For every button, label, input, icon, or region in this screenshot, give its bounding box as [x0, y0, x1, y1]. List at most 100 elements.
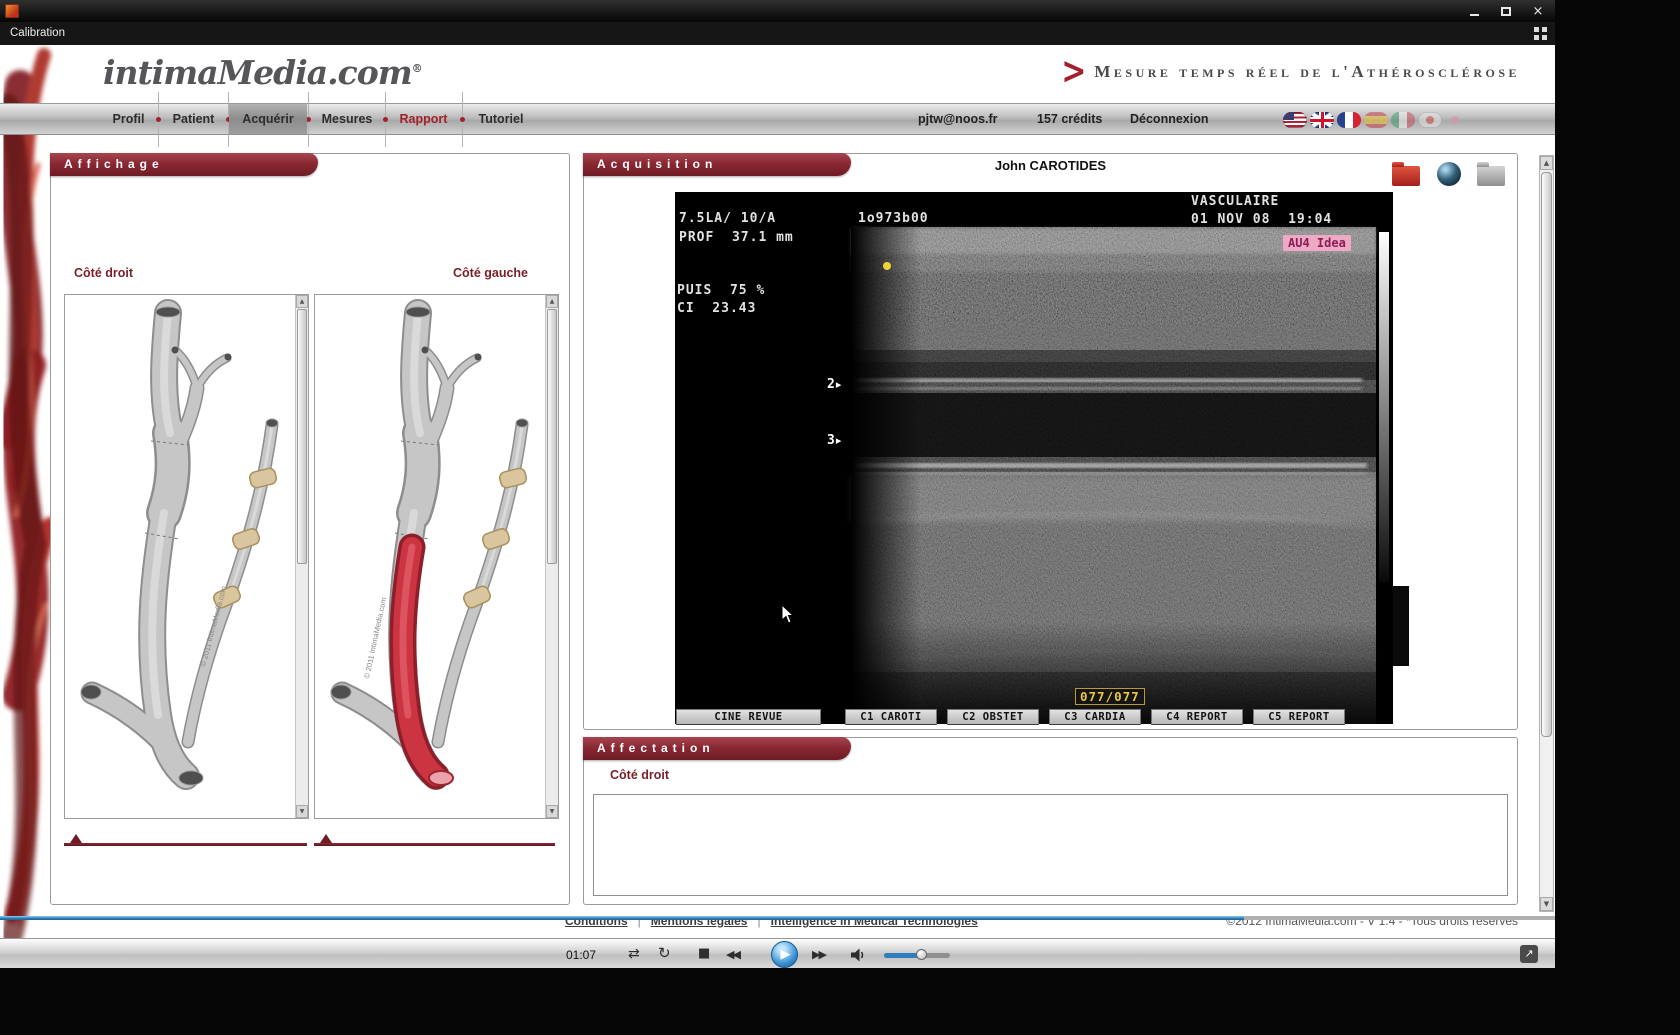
grid-menu-icon[interactable]: [1534, 27, 1547, 40]
wall-marker-3: 3 ▸: [827, 433, 841, 448]
nav-item-rapport[interactable]: Rapport: [386, 104, 461, 134]
ci-info: CI 23.43: [677, 301, 756, 316]
window-controls: ×: [1465, 0, 1547, 22]
measure-point-dot: [883, 262, 891, 270]
nav-item-profil[interactable]: Profil: [100, 104, 157, 134]
cote-gauche-label: Côté gauche: [453, 266, 528, 280]
replay-icon[interactable]: ↻: [658, 946, 671, 961]
exam-id: 1o973b00: [858, 211, 929, 226]
marker-label: 3: [827, 433, 835, 448]
minimize-button[interactable]: [1465, 3, 1483, 19]
ultrasound-viewer[interactable]: 7.5LA/ 10/A 1o973b00 PROF 37.1 mm VASCUL…: [675, 192, 1393, 724]
flag-jp-icon[interactable]: [1418, 112, 1442, 128]
ultrasound-image: [675, 192, 1393, 724]
exam-datetime: 01 NOV 08 19:04: [1191, 212, 1332, 227]
affectation-textarea[interactable]: [593, 794, 1508, 896]
close-button[interactable]: ×: [1529, 3, 1547, 19]
flag-it-icon[interactable]: [1391, 112, 1415, 128]
registered-mark: ®: [412, 62, 422, 75]
page-scrollbar: ▲ ▼: [1539, 155, 1554, 912]
c1-caroti-button[interactable]: C1 CAROTI: [845, 709, 937, 725]
logout-link[interactable]: Déconnexion: [1130, 104, 1209, 134]
illustration-copyright: © 2011 IntimaMedia.com: [362, 596, 388, 679]
grayscale-bar: [1379, 232, 1389, 582]
c5-report-button[interactable]: C5 REPORT: [1253, 709, 1345, 725]
tagline-text: Mesure temps réel de l'Athérosclérose: [1094, 62, 1520, 82]
decorative-red-ribbon: [0, 45, 56, 938]
exam-mode: VASCULAIRE: [1191, 194, 1279, 209]
c4-report-button[interactable]: C4 REPORT: [1151, 709, 1243, 725]
video-seekbar-progress: [0, 916, 1244, 920]
scrollbar-thumb[interactable]: [297, 309, 307, 564]
carotid-diagram-left[interactable]: © 2011 IntimaMedia.com: [315, 295, 545, 818]
main-nav: Profil Patient Acquérir Mesures Rapport …: [0, 103, 1555, 135]
video-seekbar[interactable]: [0, 916, 1555, 920]
cine-revue-button[interactable]: CINE REVUE: [676, 709, 821, 725]
brand-logo-text: intimaMedia.com: [103, 53, 412, 92]
scroll-down-icon[interactable]: ▼: [546, 805, 558, 818]
app-icon: [5, 4, 19, 18]
slider-thumb[interactable]: [320, 834, 332, 843]
flag-us-icon[interactable]: [1283, 112, 1307, 128]
globe-icon[interactable]: [1437, 162, 1461, 186]
player-controlbar: 01:07 ⇄ ↻ ■ ◀◀ ▶ ▶▶ ↗: [0, 938, 1555, 968]
slider-thumb[interactable]: [70, 834, 82, 843]
marker-arrow-icon: ▸: [836, 378, 842, 391]
nav-item-mesures[interactable]: Mesures: [310, 104, 384, 134]
wall-marker-2: 2 ▸: [827, 377, 841, 392]
fullscreen-button[interactable]: ↗: [1520, 945, 1538, 963]
scroll-down-icon[interactable]: ▼: [296, 805, 308, 818]
play-button[interactable]: ▶: [771, 941, 798, 968]
affichage-panel: Affichage Côté droit Côté gauche © 2011 …: [50, 153, 570, 905]
skip-icon[interactable]: ⇄: [628, 947, 640, 961]
rewind-button[interactable]: ◀◀: [726, 949, 739, 960]
flag-es-icon[interactable]: [1364, 112, 1388, 128]
right-side-illustration-box: © 2011 IntimaMedia.com ▲ ▼: [64, 294, 309, 819]
marker-label: 2: [827, 377, 835, 392]
scroll-up-icon[interactable]: ▲: [1540, 156, 1553, 170]
flag-uk-icon[interactable]: [1310, 112, 1334, 128]
illustration-scrollbar: ▲ ▼: [295, 295, 308, 818]
illustration-scrollbar: ▲ ▼: [545, 295, 558, 818]
carotid-diagram-right[interactable]: © 2011 IntimaMedia.com: [65, 295, 295, 818]
mouse-cursor: [781, 604, 797, 626]
ultrasound-notch: [1391, 586, 1409, 666]
window-titlebar: ×: [0, 0, 1555, 22]
volume-icon[interactable]: [850, 948, 868, 962]
player-menubar: Calibration: [0, 22, 1555, 45]
maximize-button[interactable]: [1497, 3, 1515, 19]
gray-folder-icon[interactable]: [1477, 166, 1505, 186]
nav-item-patient[interactable]: Patient: [160, 104, 227, 134]
user-email: pjtw@noos.fr: [918, 104, 998, 134]
scroll-up-icon[interactable]: ▲: [546, 295, 558, 308]
left-side-illustration-box: © 2011 IntimaMedia.com ▲ ▼: [314, 294, 559, 819]
nav-item-acquerir[interactable]: Acquérir: [229, 104, 307, 134]
affectation-panel-header: Affectation: [583, 737, 851, 760]
scroll-down-icon[interactable]: ▼: [1540, 897, 1553, 911]
chapter-title: Calibration: [10, 27, 65, 39]
affectation-panel: Affectation Côté droit: [583, 737, 1518, 905]
playback-time: 01:07: [566, 948, 596, 962]
affichage-panel-header: Affichage: [50, 153, 318, 176]
frame-counter: 077/077: [1075, 688, 1145, 705]
probe-info: 7.5LA/ 10/A: [679, 211, 776, 226]
play-icon: ▶: [781, 947, 791, 962]
page-scrollbar-thumb[interactable]: [1541, 172, 1552, 737]
stop-button[interactable]: ■: [698, 947, 710, 960]
brand-tagline: > Mesure temps réel de l'Athérosclérose: [1061, 57, 1520, 87]
acquisition-panel: Acquisition John CAROTIDES: [583, 153, 1518, 730]
flag-fr-icon[interactable]: [1337, 112, 1361, 128]
zoom-slider-left[interactable]: [314, 843, 555, 846]
c2-obstet-button[interactable]: C2 OBSTET: [947, 709, 1039, 725]
c3-cardia-button[interactable]: C3 CARDIA: [1049, 709, 1141, 725]
scrollbar-thumb[interactable]: [547, 309, 557, 564]
red-folder-icon[interactable]: [1392, 166, 1420, 186]
fast-forward-button[interactable]: ▶▶: [812, 949, 825, 960]
brand-logo: intimaMedia.com®: [103, 53, 422, 92]
language-flags: [1283, 112, 1459, 128]
volume-thumb[interactable]: [916, 949, 927, 960]
zoom-slider-right[interactable]: [64, 843, 307, 846]
flag-dot-icon[interactable]: [1451, 116, 1459, 124]
nav-item-tutoriel[interactable]: Tutoriel: [463, 104, 539, 134]
scroll-up-icon[interactable]: ▲: [296, 295, 308, 308]
